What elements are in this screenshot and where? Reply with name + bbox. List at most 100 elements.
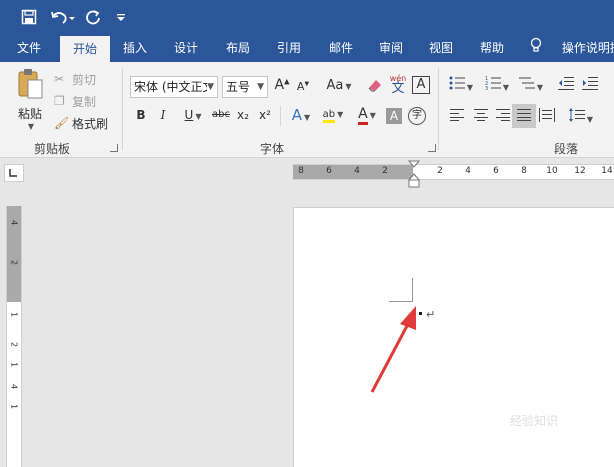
- horizontal-ruler[interactable]: 8 6 4 2 2 4 6 8 10 12 14: [293, 164, 614, 180]
- margin-corner-mark: [389, 278, 413, 302]
- copy-label: 复制: [72, 94, 97, 109]
- bullets-icon: [449, 76, 465, 93]
- grow-font-glyph: A: [274, 77, 285, 93]
- strikethrough-button[interactable]: abc: [210, 109, 232, 120]
- redo-icon[interactable]: [82, 6, 104, 28]
- vertical-ruler[interactable]: 4 2 1 2 1 4 1: [6, 206, 22, 467]
- multilevel-list-icon: [518, 77, 535, 93]
- tab-stop-selector[interactable]: [4, 164, 24, 182]
- paste-icon: [15, 68, 45, 103]
- numbering-button[interactable]: 1 2 3 ▼: [482, 76, 512, 93]
- clear-formatting-icon[interactable]: [366, 76, 384, 97]
- grow-font-button[interactable]: A▲: [274, 77, 290, 93]
- subscript-button[interactable]: x₂: [234, 108, 252, 122]
- text-effects-button[interactable]: A ▼: [286, 106, 316, 124]
- tell-me-search[interactable]: 操作说明搜: [530, 34, 614, 62]
- ruler-tick: 2: [9, 259, 19, 266]
- italic-button[interactable]: I: [156, 108, 170, 122]
- annotation-arrow-icon: [360, 300, 424, 399]
- tab-mailings[interactable]: 邮件: [319, 34, 363, 62]
- font-size-combo[interactable]: 五号 ▼: [222, 76, 268, 98]
- decrease-indent-icon[interactable]: [556, 76, 576, 93]
- lightbulb-icon: [530, 35, 544, 63]
- font-launcher-icon[interactable]: [428, 144, 436, 152]
- font-size-dropdown-icon[interactable]: ▼: [257, 77, 264, 97]
- format-painter-button[interactable]: 🖌 格式刷: [54, 114, 108, 132]
- font-size-value: 五号: [226, 80, 251, 94]
- tab-help[interactable]: 帮助: [470, 34, 514, 62]
- ruler-tick: 4: [9, 219, 19, 226]
- tab-file[interactable]: 文件: [8, 34, 50, 62]
- tab-layout[interactable]: 布局: [216, 34, 260, 62]
- bullets-button[interactable]: ▼: [446, 76, 476, 93]
- copy-button[interactable]: ❐ 复制: [54, 92, 96, 110]
- paste-dropdown-icon[interactable]: ▼: [28, 122, 34, 131]
- indent-marker-icon[interactable]: [407, 160, 421, 191]
- change-case-glyph: Aa: [326, 78, 344, 93]
- character-border-glyph: A: [416, 77, 426, 92]
- phonetic-guide-button[interactable]: wén 文: [388, 74, 408, 96]
- cut-button[interactable]: ✂ 剪切: [54, 70, 96, 88]
- bold-button[interactable]: B: [134, 108, 148, 122]
- ruler-tick: 4: [465, 166, 471, 176]
- shrink-font-button[interactable]: A▼: [296, 80, 310, 93]
- superscript-button[interactable]: x²: [256, 108, 274, 122]
- justify-icon[interactable]: [512, 104, 536, 128]
- tab-review[interactable]: 审阅: [369, 34, 413, 62]
- ruler-tick: 2: [437, 166, 443, 176]
- tab-references[interactable]: 引用: [267, 34, 311, 62]
- align-left-icon[interactable]: [448, 109, 466, 124]
- distributed-icon[interactable]: [538, 108, 556, 125]
- text-effects-glyph: A: [291, 106, 303, 124]
- ruler-tick: 12: [574, 166, 586, 176]
- change-case-button[interactable]: Aa ▼: [324, 78, 354, 93]
- scissors-icon: ✂: [54, 72, 65, 86]
- font-name-combo[interactable]: 宋体 (中文正文 ▼: [130, 76, 218, 98]
- tell-me-label: 操作说明搜: [561, 41, 614, 55]
- character-border-button[interactable]: A: [412, 76, 430, 94]
- paste-button[interactable]: 粘贴 ▼: [12, 68, 48, 132]
- customize-qat-icon[interactable]: [112, 6, 130, 28]
- title-bar: [0, 0, 614, 34]
- underline-button[interactable]: U ▼: [178, 108, 208, 122]
- format-painter-label: 格式刷: [72, 116, 109, 131]
- ruler-tick: 4: [9, 383, 19, 390]
- ruler-tick: 1: [9, 311, 19, 318]
- character-shading-button[interactable]: A: [386, 108, 402, 124]
- font-color-glyph: A: [358, 106, 368, 125]
- ruler-tick: 4: [354, 166, 360, 176]
- ruler-tick: 1: [9, 361, 19, 368]
- phonetic-char: 文: [391, 81, 405, 96]
- clipboard-launcher-icon[interactable]: [110, 144, 118, 152]
- highlight-button[interactable]: ab ▼: [318, 106, 348, 123]
- tab-home[interactable]: 开始: [60, 36, 110, 62]
- enclose-characters-button[interactable]: 字: [408, 107, 426, 125]
- tab-insert[interactable]: 插入: [113, 34, 157, 62]
- font-group-label: 字体: [260, 142, 285, 156]
- paragraph-mark: ↵: [426, 308, 436, 321]
- undo-icon[interactable]: [48, 6, 78, 28]
- ruler-tick: 2: [382, 166, 388, 176]
- ribbon-tabs: 文件 开始 插入 设计 布局 引用 邮件 审阅 视图 帮助 操作说明搜: [0, 34, 614, 62]
- increase-indent-icon[interactable]: [580, 76, 600, 93]
- document-page[interactable]: ↵: [293, 207, 614, 467]
- group-divider: [438, 68, 439, 150]
- font-color-button[interactable]: A ▼: [352, 106, 382, 125]
- align-right-icon[interactable]: [494, 109, 512, 124]
- paintbrush-icon: 🖌: [54, 116, 70, 130]
- paragraph-group-label: 段落: [554, 142, 579, 156]
- tab-view[interactable]: 视图: [419, 34, 463, 62]
- font-name-value: 宋体 (中文正文: [134, 80, 215, 94]
- font-name-dropdown-icon[interactable]: ▼: [207, 77, 214, 97]
- tab-design[interactable]: 设计: [164, 34, 208, 62]
- cut-label: 剪切: [72, 72, 97, 87]
- multilevel-list-button[interactable]: ▼: [516, 76, 546, 93]
- line-spacing-icon: [568, 108, 585, 125]
- ruler-tick: 10: [546, 166, 558, 176]
- save-icon[interactable]: [18, 6, 40, 28]
- watermark: 经验知识: [510, 414, 559, 428]
- line-spacing-button[interactable]: ▼: [566, 108, 596, 125]
- align-center-icon[interactable]: [472, 109, 490, 124]
- clipboard-group-label: 剪贴板: [34, 142, 71, 156]
- ruler-tick: 8: [298, 166, 304, 176]
